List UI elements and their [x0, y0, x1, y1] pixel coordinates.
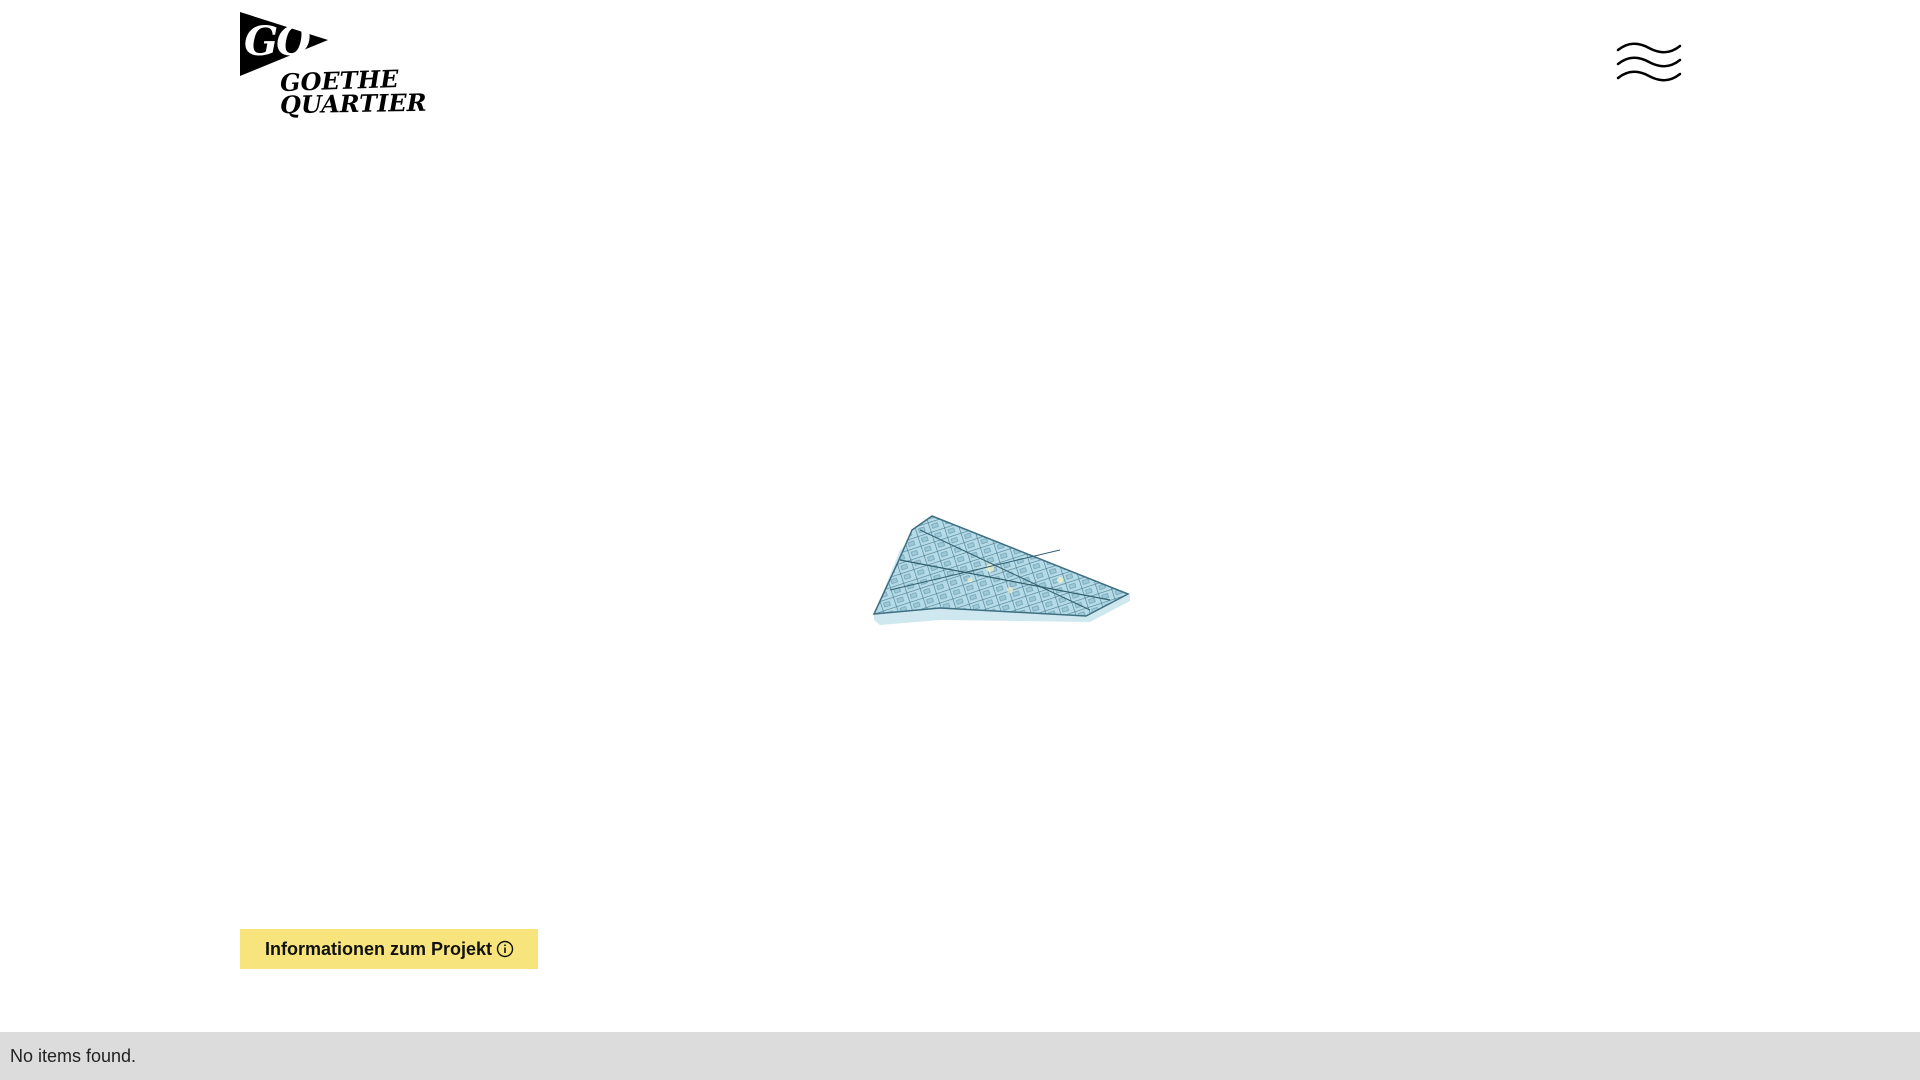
district-map-view[interactable] [860, 450, 1140, 630]
status-text: No items found. [10, 1045, 137, 1066]
status-bar: No items found. [0, 1032, 1920, 1080]
project-info-button[interactable]: Informationen zum Projekt [240, 929, 539, 969]
wavy-menu-icon [1616, 42, 1682, 82]
menu-button[interactable] [1616, 40, 1682, 90]
goethe-quartier-logo[interactable]: GO GOETHE QUARTIER [238, 10, 427, 120]
info-circle-icon [496, 940, 514, 958]
logo-mark-text: GO [244, 18, 311, 65]
logo-line-quartier: QUARTIER [279, 87, 427, 120]
page: GO GOETHE QUARTIER Informationen zum Pro… [0, 0, 1920, 1080]
district-3d-map [872, 515, 1130, 625]
project-info-label: Informationen zum Projekt [265, 938, 493, 959]
